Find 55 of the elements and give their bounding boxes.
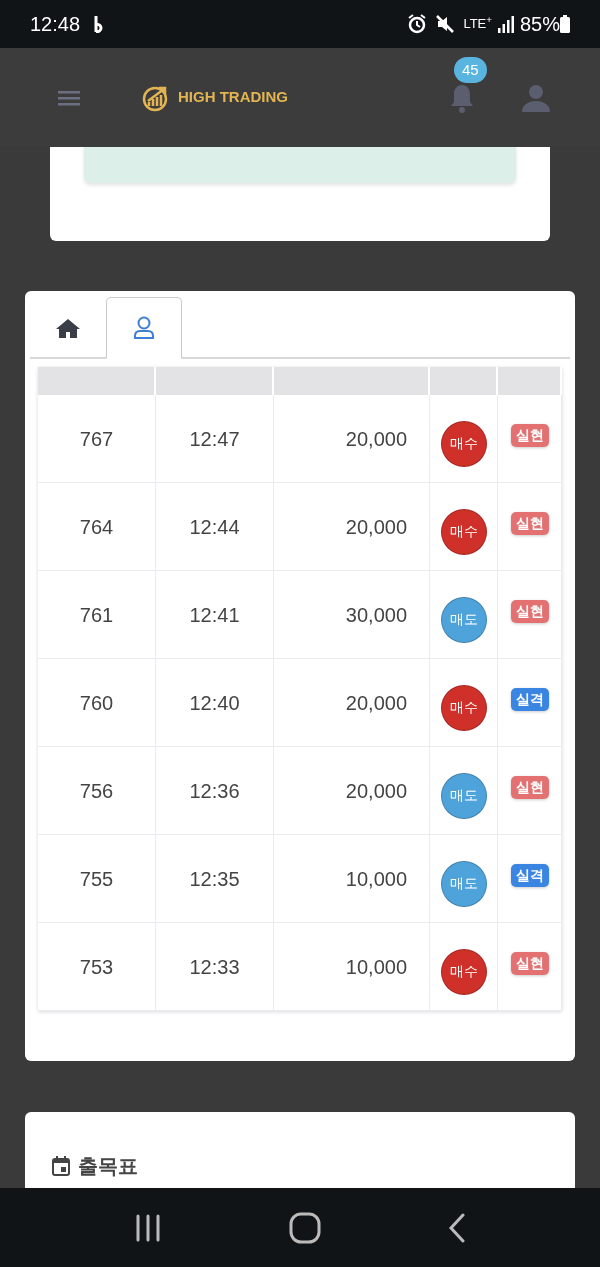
table-cell: 20,000 [274,747,430,835]
table-cell: 760 [38,659,156,747]
table-cell: 767 [38,395,156,483]
network-text: LTE$^{+}$ [463,14,492,34]
calendar-icon [52,1156,70,1176]
table-cell: 764 [38,483,156,571]
table-cell: 12:33 [156,923,274,1011]
side-badge: 매수 [440,420,487,467]
result-badge: 실현 [510,424,549,447]
result-badge: 실격 [510,864,549,887]
mute-icon [435,14,456,34]
menu-icon [58,90,80,107]
result-badge: 실현 [510,776,549,799]
user-icon [133,316,155,340]
home-icon [56,318,80,338]
result-badge: 실현 [510,952,549,975]
side-badge: 매도 [440,860,487,907]
back-icon [448,1212,467,1243]
battery-text: 85% [519,12,560,37]
alarm-icon [407,14,428,34]
signal-icon [497,15,514,33]
bell-icon [448,82,476,113]
home-icon [289,1211,321,1244]
table-cell: 753 [38,923,156,1011]
side-badge: 매도 [440,596,487,643]
brand-name: HIGH TRADING [178,87,288,108]
side-badge: 매수 [440,684,487,731]
table-cell: 12:40 [156,659,274,747]
table-cell: 12:41 [156,571,274,659]
result-badge: 실현 [510,512,549,535]
table-cell: 30,000 [274,571,430,659]
side-badge: 매수 [440,508,487,555]
side-badge: 매도 [440,772,487,819]
clock-text: 12:48 [30,12,81,37]
table-cell: 12:36 [156,747,274,835]
table-cell: 12:47 [156,395,274,483]
table-cell: 20,000 [274,659,430,747]
table-cell: 755 [38,835,156,923]
user-icon [522,83,550,112]
back-button[interactable] [448,1212,467,1243]
table-cell: 12:44 [156,483,274,571]
result-badge: 실격 [510,688,549,711]
table-cell: 12:35 [156,835,274,923]
table-cell: 756 [38,747,156,835]
notification-count: 45 [454,56,487,83]
table-cell: 10,000 [274,923,430,1011]
result-badge: 실현 [510,600,549,623]
battery-icon [560,15,570,33]
home-button[interactable] [289,1211,321,1244]
table-cell: 20,000 [274,395,430,483]
card-title: 출목표 [78,1154,138,1179]
table-cell: 761 [38,571,156,659]
side-badge: 매수 [440,948,487,995]
table-cell: 10,000 [274,835,430,923]
table-cell: 20,000 [274,483,430,571]
